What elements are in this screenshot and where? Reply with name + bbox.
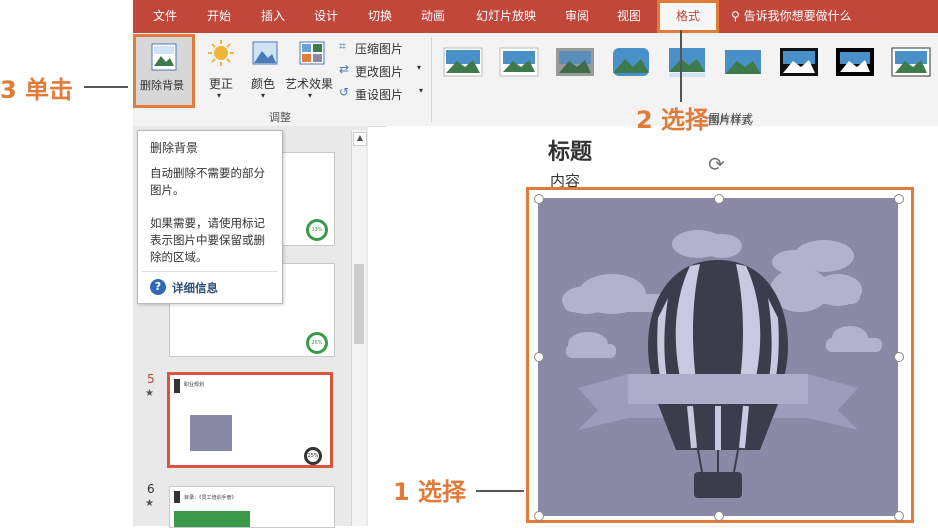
balloon-thumbnail	[190, 415, 232, 451]
reset-picture-label: 重设图片	[355, 88, 404, 102]
resize-handle[interactable]	[894, 352, 904, 362]
compress-pictures-button[interactable]: ⌗ 压缩图片	[339, 39, 429, 57]
color-label: 颜色	[251, 77, 276, 91]
resize-handle[interactable]	[894, 194, 904, 204]
tab-review[interactable]: 审阅	[553, 0, 601, 33]
tab-animations[interactable]: 动画	[409, 0, 457, 33]
slide-accent-bar	[174, 491, 180, 503]
help-icon[interactable]: ?	[150, 279, 166, 295]
picture-styles-label-overlay: 图片样式	[708, 114, 752, 127]
thumbnail-scrollbar[interactable]: ▲	[351, 130, 367, 526]
resize-handle[interactable]	[714, 194, 724, 204]
slide-thumbnail[interactable]: 目录：《员工培训手册》	[169, 486, 335, 528]
resize-handle[interactable]	[534, 511, 544, 521]
corrections-label: 更正	[209, 77, 234, 91]
slide-title: 目录：《员工培训手册》	[184, 495, 237, 501]
ribbon-tab-bar: 文件 开始 插入 设计 切换 动画 幻灯片放映 审阅 视图 格式 ⚲ 告诉我你想…	[133, 0, 938, 33]
tooltip-title: 删除背景	[150, 141, 199, 155]
adjust-group-label: 调整	[269, 111, 291, 124]
slide-title-placeholder[interactable]: 标题	[548, 134, 592, 166]
compress-icon: ⌗	[339, 39, 346, 53]
chevron-down-icon: ▾	[261, 91, 266, 100]
tooltip-divider	[142, 271, 278, 272]
color-button[interactable]: 颜色 ▾	[247, 37, 283, 105]
star-icon: ★	[145, 498, 154, 509]
reset-picture-button[interactable]: ↺ 重设图片 ▾	[339, 85, 429, 103]
resize-handle[interactable]	[894, 511, 904, 521]
remove-background-label: 删除背景	[140, 79, 184, 92]
picture-style-thumb[interactable]	[835, 45, 875, 79]
slide-number: 6	[147, 482, 155, 496]
picture-style-thumb[interactable]	[667, 45, 707, 79]
picture-style-thumb[interactable]	[723, 45, 763, 79]
tooltip-more-link[interactable]: 详细信息	[172, 280, 218, 296]
tab-transitions[interactable]: 切换	[355, 0, 405, 33]
picture-style-thumb[interactable]	[555, 45, 595, 79]
chevron-down-icon: ▾	[419, 86, 424, 95]
change-picture-icon: ⇄	[339, 62, 350, 76]
tell-me-text: 告诉我你想要做什么	[743, 9, 852, 23]
progress-ring: 25%	[304, 447, 322, 465]
star-icon: ★	[145, 388, 154, 399]
resize-handle[interactable]	[534, 194, 544, 204]
picture-style-thumb[interactable]	[443, 45, 483, 79]
artistic-effects-icon	[299, 41, 325, 65]
slide-canvas: 标题 内容 ⟳	[386, 126, 938, 526]
slide-thumbnail-selected[interactable]: 职业规划 25%	[167, 372, 333, 468]
step3-leader-line	[84, 86, 128, 88]
chevron-down-icon: ▾	[308, 91, 313, 100]
picture-style-thumb[interactable]	[611, 45, 651, 79]
step1-annotation: 1 选择	[393, 478, 467, 506]
remove-background-icon	[151, 43, 177, 71]
tell-me-box[interactable]: ⚲ 告诉我你想要做什么	[731, 0, 861, 33]
tab-home[interactable]: 开始	[193, 0, 245, 33]
slide-number: 5	[147, 372, 155, 386]
progress-ring: 33%	[306, 219, 328, 241]
tab-slideshow[interactable]: 幻灯片放映	[463, 0, 549, 33]
tab-design[interactable]: 设计	[301, 0, 351, 33]
reset-picture-icon: ↺	[339, 85, 350, 99]
step3-annotation: 3 单击	[0, 76, 74, 104]
slide-title: 职业规划	[184, 382, 205, 388]
picture-style-thumb[interactable]	[779, 45, 819, 79]
tab-insert[interactable]: 插入	[249, 0, 297, 33]
slide-accent-bar	[174, 379, 180, 393]
remove-background-button[interactable]: 删除背景	[133, 34, 195, 108]
artistic-effects-label: 艺术效果	[285, 77, 334, 91]
progress-ring: 26%	[306, 332, 328, 354]
balloon-picture[interactable]	[538, 198, 898, 516]
resize-handle[interactable]	[534, 352, 544, 362]
picture-color-icon	[252, 41, 278, 65]
scroll-up-icon[interactable]: ▲	[353, 132, 367, 146]
tab-file[interactable]: 文件	[141, 0, 189, 33]
chevron-down-icon: ▾	[417, 63, 422, 72]
tab-view[interactable]: 视图	[605, 0, 653, 33]
lightbulb-icon: ⚲	[731, 9, 740, 23]
change-picture-label: 更改图片	[355, 65, 404, 79]
change-picture-button[interactable]: ⇄ 更改图片 ▾	[339, 62, 429, 80]
corrections-button[interactable]: 更正 ▾	[203, 37, 239, 105]
tab-format[interactable]: 格式	[657, 0, 719, 33]
picture-style-thumb[interactable]	[891, 45, 931, 79]
rotate-handle-icon[interactable]: ⟳	[708, 152, 725, 176]
slide-image-block	[174, 511, 250, 527]
remove-background-tooltip: 删除背景 自动删除不需要的部分图片。 如果需要，请使用标记表示图片中要保留或删除…	[137, 130, 283, 304]
hot-air-balloon-illustration	[562, 230, 882, 498]
ribbon-body: 删除背景 更正 ▾ 颜色 ▾ 艺术效果 ▾ ⌗ 压缩图片 ⇄ 更改图片 ▾ ↺ …	[133, 33, 938, 127]
step2-leader-line	[680, 30, 682, 102]
step1-leader-line	[476, 490, 524, 492]
scrollbar-thumb[interactable]	[354, 264, 364, 344]
resize-handle[interactable]	[714, 511, 724, 521]
chevron-down-icon: ▾	[217, 91, 222, 100]
picture-style-thumb[interactable]	[499, 45, 539, 79]
compress-label: 压缩图片	[355, 42, 404, 56]
tooltip-hint: 如果需要，请使用标记表示图片中要保留或删除的区域。	[150, 216, 265, 264]
artistic-effects-button[interactable]: 艺术效果 ▾	[285, 37, 339, 105]
group-divider	[431, 37, 432, 122]
tooltip-description: 自动删除不需要的部分图片。	[150, 166, 265, 197]
sun-icon	[208, 40, 234, 66]
step2-annotation: 2 选择	[636, 106, 710, 134]
